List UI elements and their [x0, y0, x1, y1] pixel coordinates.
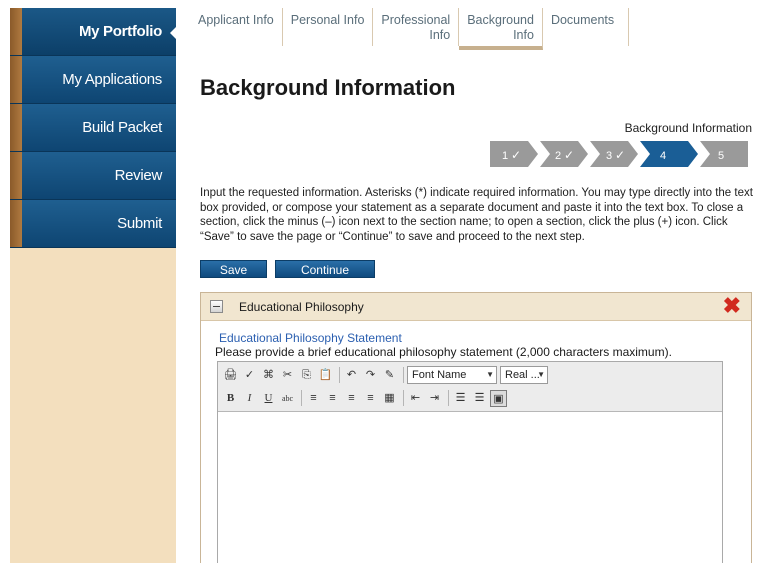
- bold-button[interactable]: B: [222, 390, 239, 407]
- undo-icon[interactable]: ↶: [343, 367, 360, 384]
- progress-steps: 1 ✓ 2 ✓ 3 ✓ 4 5: [490, 141, 748, 167]
- nav-review[interactable]: Review: [10, 152, 176, 200]
- toolbar-separator: [403, 367, 404, 383]
- tab-personal-info[interactable]: Personal Info: [283, 8, 374, 46]
- toolbar-separator: [339, 367, 340, 383]
- align-center-icon[interactable]: ≡: [324, 390, 341, 407]
- strikethrough-button[interactable]: abc: [279, 390, 296, 407]
- nav-label: Submit: [117, 215, 162, 232]
- nav-label: My Portfolio: [78, 23, 162, 40]
- step-1-num: 1: [502, 150, 508, 162]
- spellcheck-icon[interactable]: ✓: [241, 367, 258, 384]
- continue-button[interactable]: Continue: [275, 260, 375, 278]
- step-4-chevron: [640, 141, 698, 167]
- tab-professional-info[interactable]: Professional Info: [373, 8, 460, 46]
- tab-bar: Applicant Info Personal Info Professiona…: [190, 8, 630, 50]
- nav-label: My Applications: [62, 71, 162, 88]
- instructions-text: Input the requested information. Asteris…: [200, 187, 753, 243]
- tab-label: Applicant Info: [198, 13, 274, 27]
- step-3-chevron: [590, 141, 638, 167]
- collapse-minus-icon[interactable]: [210, 300, 223, 313]
- justify-icon[interactable]: ≡: [362, 390, 379, 407]
- toolbar-row-1: 🖨 ✓ ⌘ ✂ ⎘ 📋 ↶ ↷ ✎ Font Name ▼ Real ... ▼: [222, 365, 551, 385]
- step-4-num: 4: [660, 150, 666, 162]
- active-indicator-icon: [170, 26, 177, 40]
- nav-build-packet[interactable]: Build Packet: [10, 104, 176, 152]
- print-icon[interactable]: 🖨: [222, 367, 239, 384]
- cut-icon[interactable]: ✂: [279, 367, 296, 384]
- rich-text-editor: 🖨 ✓ ⌘ ✂ ⎘ 📋 ↶ ↷ ✎ Font Name ▼ Real ... ▼: [217, 361, 723, 563]
- check-icon: ✓: [511, 148, 521, 162]
- font-size-value: Real ...: [505, 369, 540, 381]
- field-label: Educational Philosophy Statement: [219, 331, 402, 345]
- tab-label-line2: Info: [429, 28, 451, 42]
- format-painter-icon[interactable]: ✎: [381, 367, 398, 384]
- find-icon[interactable]: ⌘: [260, 367, 277, 384]
- paste-icon[interactable]: 📋: [317, 367, 334, 384]
- step-3-num: 3: [606, 150, 612, 162]
- tab-applicant-info[interactable]: Applicant Info: [190, 8, 283, 46]
- tab-label: Personal Info: [290, 13, 365, 27]
- outdent-icon[interactable]: ⇤: [407, 390, 424, 407]
- page-title: Background Information: [200, 75, 456, 100]
- tab-label: Professional: [381, 13, 451, 27]
- align-right-icon[interactable]: ≡: [343, 390, 360, 407]
- educational-philosophy-panel: Educational Philosophy ✖ Educational Phi…: [200, 292, 752, 563]
- nav-label: Review: [114, 167, 163, 184]
- panel-title: Educational Philosophy: [239, 300, 364, 314]
- panel-header: Educational Philosophy ✖: [201, 293, 751, 321]
- chevron-down-icon: ▼: [486, 370, 494, 379]
- toolbar-row-2: B I U abc ≡ ≡ ≡ ≡ ▦ ⇤ ⇥ ☰ ☰ ▣: [222, 388, 509, 408]
- underline-button[interactable]: U: [260, 390, 277, 407]
- font-name-value: Font Name: [412, 369, 467, 381]
- copy-icon[interactable]: ⎘: [298, 367, 315, 384]
- sidebar: My Portfolio My Applications Build Packe…: [10, 8, 177, 563]
- tab-label-line2: Info: [513, 28, 534, 42]
- align-left-icon[interactable]: ≡: [305, 390, 322, 407]
- tab-label: Documents: [550, 13, 615, 27]
- indent-icon[interactable]: ⇥: [426, 390, 443, 407]
- tab-label: Background: [467, 13, 534, 27]
- toolbar-separator: [448, 390, 449, 406]
- step-2-num: 2: [555, 150, 561, 162]
- check-icon: ✓: [564, 148, 574, 162]
- redo-icon[interactable]: ↷: [362, 367, 379, 384]
- step-5-num: 5: [718, 150, 724, 162]
- italic-button[interactable]: I: [241, 390, 258, 407]
- font-name-select[interactable]: Font Name ▼: [407, 366, 497, 384]
- tab-documents[interactable]: Documents: [543, 8, 630, 46]
- steps-label: Background Information: [624, 121, 752, 135]
- check-icon: ✓: [615, 148, 625, 162]
- chevron-down-icon: ▼: [537, 370, 545, 379]
- tab-background-info[interactable]: Background Info: [459, 8, 543, 50]
- toolbar-separator: [301, 390, 302, 406]
- nav-submit[interactable]: Submit: [10, 200, 176, 248]
- font-size-select[interactable]: Real ... ▼: [500, 366, 548, 384]
- save-button[interactable]: Save: [200, 260, 267, 278]
- nav-my-applications[interactable]: My Applications: [10, 56, 176, 104]
- editor-text-area[interactable]: [218, 412, 722, 563]
- field-help-text: Please provide a brief educational philo…: [215, 345, 672, 359]
- editor-toolbar: 🖨 ✓ ⌘ ✂ ⎘ 📋 ↶ ↷ ✎ Font Name ▼ Real ... ▼: [218, 362, 722, 412]
- table-icon[interactable]: ▦: [381, 390, 398, 407]
- toolbar-separator: [403, 390, 404, 406]
- nav-label: Build Packet: [82, 119, 162, 136]
- ordered-list-icon[interactable]: ☰: [452, 390, 469, 407]
- unordered-list-icon[interactable]: ☰: [471, 390, 488, 407]
- nav-my-portfolio[interactable]: My Portfolio: [10, 8, 177, 56]
- html-view-icon[interactable]: ▣: [490, 389, 507, 407]
- close-icon[interactable]: ✖: [723, 295, 741, 317]
